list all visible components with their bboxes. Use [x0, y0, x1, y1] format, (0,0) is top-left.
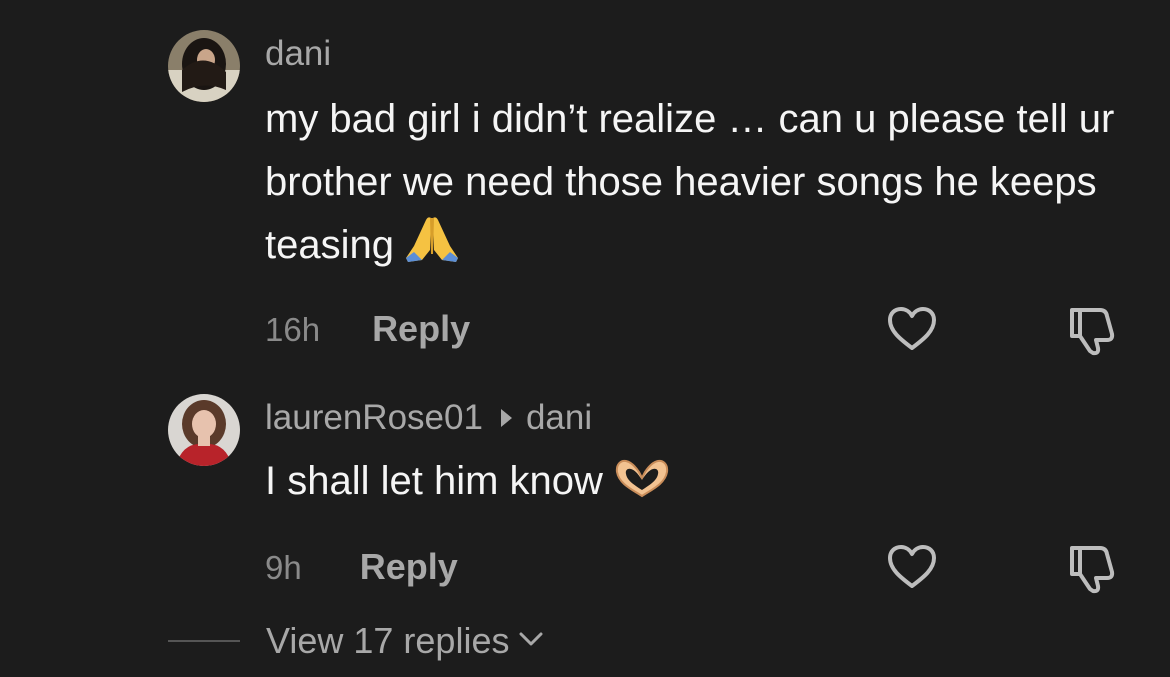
heart-icon[interactable] [886, 544, 938, 595]
reply-to-username[interactable]: dani [526, 398, 592, 438]
reply-button[interactable]: Reply [360, 546, 458, 588]
heart-icon[interactable] [886, 306, 938, 357]
reply-button[interactable]: Reply [372, 308, 470, 350]
chevron-down-icon[interactable] [517, 629, 545, 654]
comment-username[interactable]: dani [265, 34, 331, 74]
comment-text-content: I shall let him know [265, 459, 603, 503]
username-label[interactable]: dani [265, 34, 331, 74]
divider-line [168, 640, 240, 642]
comment-username: laurenRose01 dani [265, 398, 592, 438]
comment-meta: 16h Reply [265, 308, 470, 350]
folded-hands-emoji [404, 214, 460, 283]
comments-section: dani my bad girl i didn’t realize … can … [0, 0, 1170, 677]
comment-text: my bad girl i didn’t realize … can u ple… [265, 88, 1145, 283]
comment: dani my bad girl i didn’t realize … can … [0, 0, 1170, 380]
view-replies[interactable]: View 17 replies [168, 620, 545, 662]
comment-text: I shall let him know [265, 450, 1145, 519]
timestamp: 9h [265, 549, 302, 586]
comment-meta: 9h Reply [265, 546, 458, 588]
comment-text-content: my bad girl i didn’t realize … can u ple… [265, 97, 1115, 267]
view-replies-label[interactable]: View 17 replies [266, 620, 509, 662]
comment: laurenRose01 dani I shall let him know 9… [0, 380, 1170, 600]
username-label[interactable]: laurenRose01 [265, 398, 483, 438]
avatar[interactable] [168, 394, 240, 466]
dislike-icon[interactable] [1062, 542, 1120, 599]
timestamp: 16h [265, 311, 321, 348]
reply-arrow-icon [500, 409, 512, 427]
dislike-icon[interactable] [1062, 304, 1120, 361]
heart-hands-emoji [613, 456, 671, 519]
avatar[interactable] [168, 30, 240, 102]
